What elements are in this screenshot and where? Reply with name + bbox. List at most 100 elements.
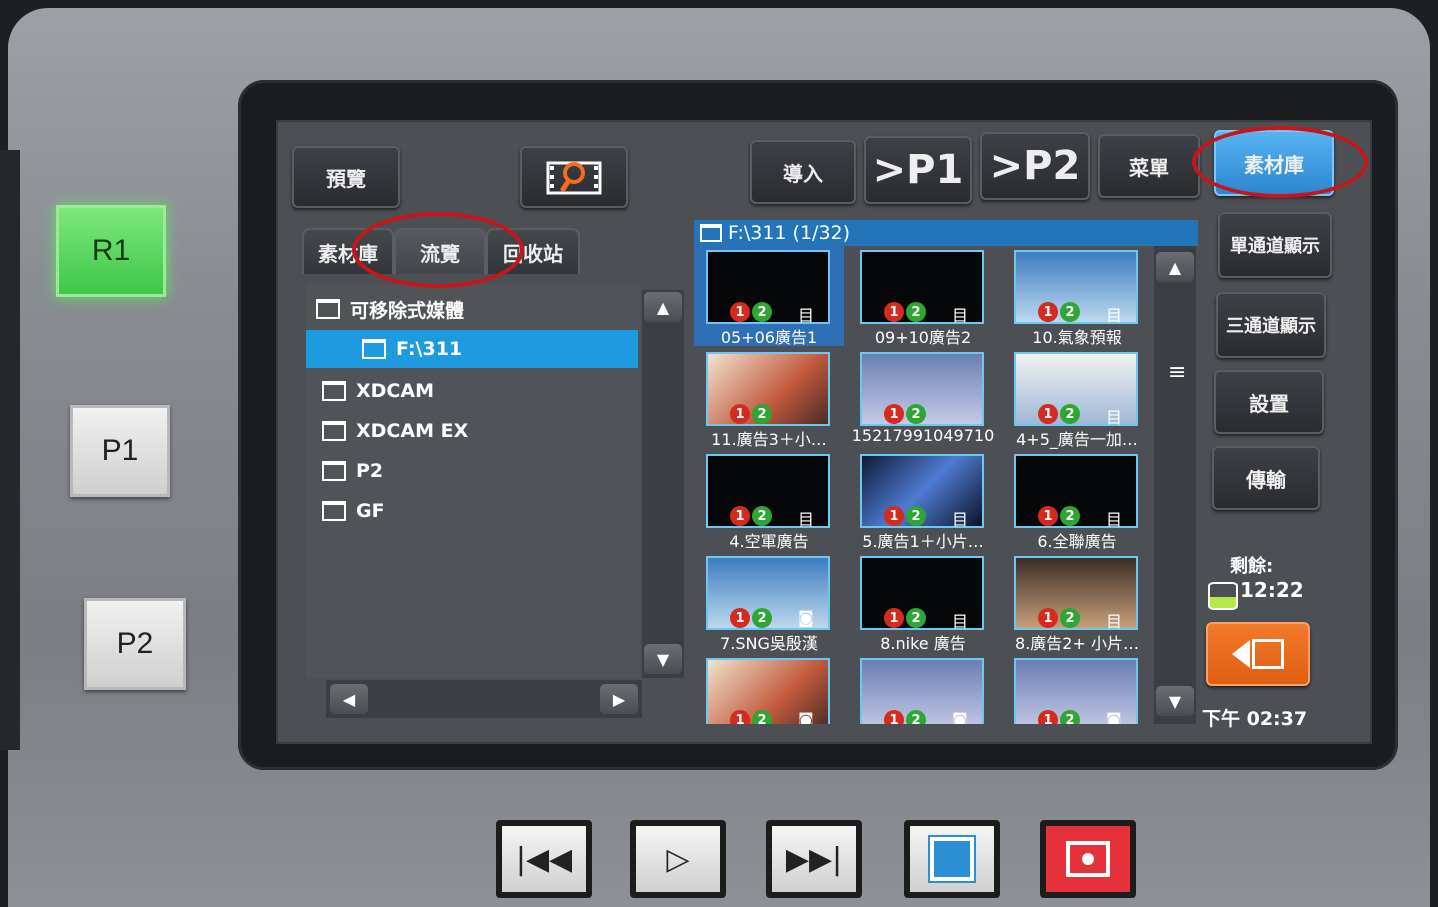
channel-2-icon: 2: [1060, 404, 1080, 424]
menu-button[interactable]: 菜單: [1098, 134, 1200, 198]
tree-item-xdcam-ex[interactable]: XDCAM EX: [306, 412, 652, 450]
stop-button[interactable]: [904, 820, 1000, 898]
channel-badges: 12: [1038, 506, 1080, 526]
single-channel-display-button[interactable]: 單通道顯示: [1218, 212, 1332, 278]
grid-scrollbar[interactable]: ▲ ≡ ▼: [1154, 246, 1196, 724]
import-button[interactable]: 導入: [750, 140, 856, 204]
channel-1-icon: 1: [884, 710, 904, 724]
clip-tile[interactable]: 1 2 ◙: [848, 654, 998, 724]
scroll-handle-icon[interactable]: ≡: [1168, 360, 1186, 385]
clip-tile[interactable]: 1 2 目 4+5_廣告一加…: [1002, 348, 1152, 449]
channel-badges: 12: [730, 608, 772, 628]
remaining-label: 剩餘:: [1230, 556, 1274, 577]
channel-badges: 12: [730, 404, 772, 424]
channel-badges: 12: [730, 302, 772, 322]
channel-2-icon: 2: [906, 506, 926, 526]
clip-tile[interactable]: 1 2 ◙: [694, 654, 844, 724]
send-to-p2-button[interactable]: >P2: [980, 132, 1090, 200]
clip-type-icon: ◙: [798, 710, 814, 724]
channel-2-icon: 2: [906, 404, 926, 424]
scroll-left-icon[interactable]: ◀: [330, 684, 368, 714]
rewind-button[interactable]: |◀◀: [496, 820, 592, 898]
clip-search-button[interactable]: [520, 146, 628, 208]
clip-tile[interactable]: 1 2 目 8.廣告2+ 小片…: [1002, 552, 1152, 653]
remaining-time: 12:22: [1240, 578, 1304, 602]
clip-type-icon: 目: [952, 306, 969, 325]
channel-2-icon: 2: [752, 608, 772, 628]
send-to-p1-button[interactable]: >P1: [864, 136, 972, 204]
channel-2-icon: 2: [752, 302, 772, 322]
clip-tile[interactable]: 1 2 目 10.氣象預報: [1002, 246, 1152, 347]
tree-item-gf[interactable]: GF: [306, 492, 652, 530]
clip-tile[interactable]: 1 2 目 6.全聯廣告: [1002, 450, 1152, 551]
clip-grid: 1 2 目 05+06廣告1 1 2 目 09+10廣告2 1 2 目 10.氣象預報 1 2 11.廣告3…: [694, 246, 1154, 724]
folder-icon: [322, 501, 346, 521]
channel-1-icon: 1: [1038, 506, 1058, 526]
channel-1-icon: 1: [1038, 302, 1058, 322]
tree-item-label: 可移除式媒體: [350, 299, 465, 322]
clip-caption: 4+5_廣告一加…: [1016, 430, 1138, 449]
channel-badges: 12: [884, 710, 926, 724]
channel-1-icon: 1: [884, 608, 904, 628]
r1-hardware-button[interactable]: R1: [56, 205, 166, 297]
channel-badges: 12: [884, 302, 926, 322]
clip-caption: 15217991049710: [851, 426, 995, 445]
preview-button[interactable]: 預覽: [292, 146, 400, 208]
channel-2-icon: 2: [1060, 302, 1080, 322]
folder-icon: [316, 299, 340, 319]
folder-path-header: F:\311 (1/32): [694, 220, 1198, 246]
channel-2-icon: 2: [906, 710, 926, 724]
settings-button[interactable]: 設置: [1214, 370, 1324, 434]
clip-type-icon: 目: [952, 510, 969, 529]
scroll-down-icon[interactable]: ▼: [1156, 686, 1194, 716]
tree-item-removable-media[interactable]: 可移除式媒體: [306, 290, 646, 328]
tree-scrollbar[interactable]: ▲ ▼: [642, 290, 684, 678]
p1-hardware-button[interactable]: P1: [70, 405, 170, 497]
scroll-down-icon[interactable]: ▼: [644, 644, 682, 674]
record-button[interactable]: [1040, 820, 1136, 898]
channel-badges: 12: [1038, 302, 1080, 322]
clip-type-icon: 目: [952, 612, 969, 631]
play-icon: ▷: [666, 841, 690, 877]
scroll-up-icon[interactable]: ▲: [1156, 252, 1194, 282]
tree-item-label: GF: [356, 500, 385, 522]
tree-item-f311[interactable]: F:\311: [306, 330, 638, 368]
scroll-up-icon[interactable]: ▲: [644, 292, 682, 322]
triple-channel-display-button[interactable]: 三通道顯示: [1216, 292, 1326, 358]
folder-icon: [322, 381, 346, 401]
folder-icon: [322, 421, 346, 441]
play-button[interactable]: ▷: [630, 820, 726, 898]
fast-forward-button[interactable]: ▶▶|: [766, 820, 862, 898]
channel-1-icon: 1: [730, 710, 750, 724]
clip-tile[interactable]: 1 2 目 09+10廣告2: [848, 246, 998, 347]
clip-tile[interactable]: 1 2 目 5.廣告1＋小片…: [848, 450, 998, 551]
clip-tile[interactable]: 1 2 目 4.空軍廣告: [694, 450, 844, 551]
p2-hardware-button[interactable]: P2: [84, 598, 186, 690]
clip-type-icon: 目: [798, 510, 815, 529]
clip-tile[interactable]: 1 2 目 8.nike 廣告: [848, 552, 998, 653]
tree-item-p2[interactable]: P2: [306, 452, 652, 490]
clip-tile[interactable]: 1 2 目 05+06廣告1: [694, 246, 844, 347]
clip-type-icon: 目: [1106, 408, 1123, 427]
disk-capacity-icon: [1208, 582, 1238, 610]
clip-type-icon: ◙: [798, 608, 814, 627]
clip-tile[interactable]: 1 2 ◙: [1002, 654, 1152, 724]
annotation-circle-tab: [352, 212, 524, 288]
tree-item-xdcam[interactable]: XDCAM: [306, 372, 652, 410]
channel-2-icon: 2: [906, 608, 926, 628]
transfer-button[interactable]: 傳輸: [1212, 446, 1320, 510]
clip-caption: 8.nike 廣告: [880, 634, 966, 653]
clip-tile[interactable]: 1 2 15217991049710: [848, 348, 998, 448]
tree-item-label: XDCAM: [356, 380, 434, 402]
scroll-right-icon[interactable]: ▶: [600, 684, 638, 714]
clip-tile[interactable]: 1 2 ◙ 7.SNG吳殷漢: [694, 552, 844, 653]
tree-item-label: XDCAM EX: [356, 420, 469, 442]
channel-1-icon: 1: [884, 302, 904, 322]
channel-2-icon: 2: [1060, 506, 1080, 526]
channel-2-icon: 2: [1060, 710, 1080, 724]
tree-horizontal-scrollbar[interactable]: ◀ ▶: [326, 680, 642, 718]
clip-tile[interactable]: 1 2 11.廣告3＋小…: [694, 348, 844, 449]
clock: 下午 02:37: [1202, 708, 1308, 730]
folder-icon: [322, 461, 346, 481]
exit-button[interactable]: [1206, 622, 1310, 686]
